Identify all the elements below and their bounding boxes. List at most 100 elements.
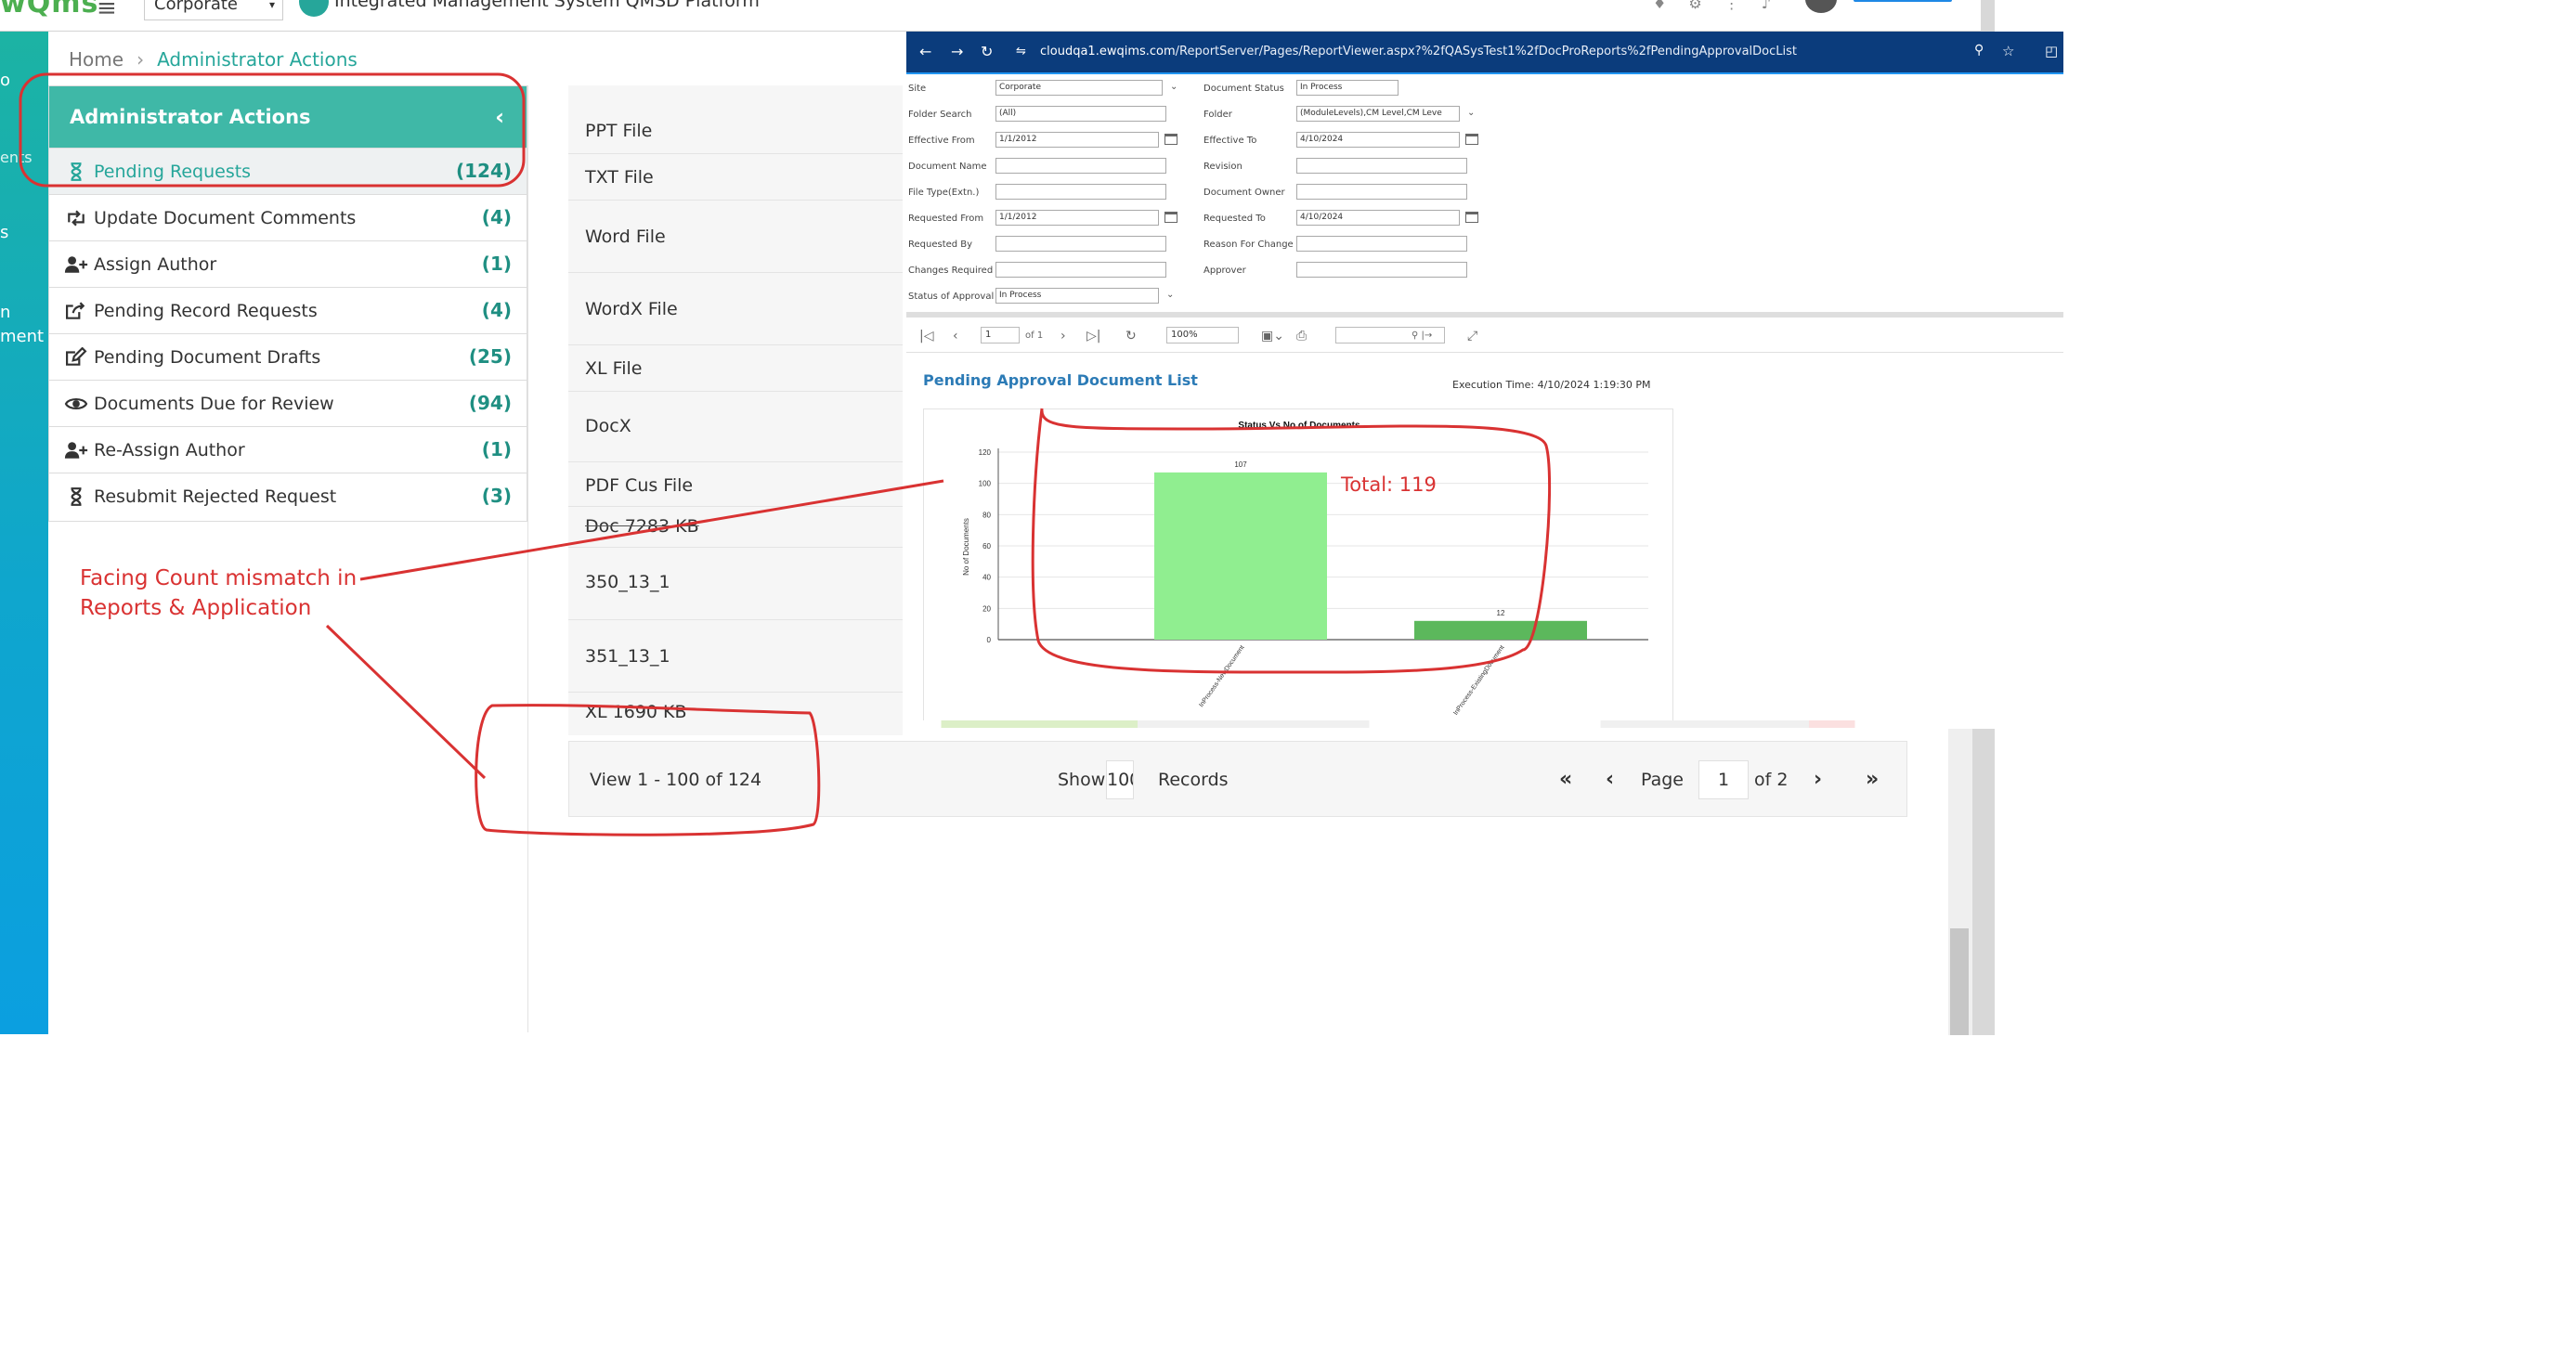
list-item[interactable]: PPT File [568, 108, 903, 154]
rail-item[interactable]: o [0, 71, 10, 90]
file-name: DocX [585, 416, 631, 436]
prev-page-icon[interactable]: ‹ [1606, 768, 1614, 791]
site-select[interactable]: Corporate [995, 80, 1163, 96]
chart-y-axis-label: No of Documents [962, 518, 970, 576]
print-icon[interactable]: ⎙ [1296, 329, 1307, 343]
header-button[interactable] [1854, 0, 1952, 2]
extensions-icon[interactable]: ◰ [2045, 43, 2058, 59]
first-page-icon[interactable]: « [1559, 768, 1572, 791]
breadcrumb-home[interactable]: Home [69, 48, 124, 71]
file-type-input[interactable] [995, 184, 1166, 200]
rail-item[interactable]: ment [0, 327, 44, 346]
folder-select[interactable]: (ModuleLevels),CM Level,CM Leve [1296, 106, 1460, 122]
find-next-icon[interactable]: ⚲ |→ [1412, 331, 1432, 341]
forward-icon[interactable]: → [951, 43, 963, 60]
requested-to-input[interactable]: 4/10/2024 [1296, 210, 1460, 226]
zoom-select[interactable]: 100% [1166, 327, 1239, 343]
fullscreen-icon[interactable]: ⤢ [1467, 329, 1477, 343]
scrollbar-thumb[interactable] [1950, 928, 1969, 1035]
calendar-icon[interactable] [1164, 134, 1177, 145]
list-item[interactable]: XL File [568, 345, 903, 392]
admin-item-docs-due-review[interactable]: Documents Due for Review (94) [49, 380, 527, 426]
folder-search-input[interactable]: (All) [995, 106, 1166, 122]
admin-item-update-comments[interactable]: Update Document Comments (4) [49, 194, 527, 240]
next-page-icon[interactable]: › [1060, 329, 1066, 343]
first-page-icon[interactable]: |◁ [919, 329, 933, 343]
list-item[interactable]: Word File [568, 201, 903, 273]
list-item[interactable]: XL 1690 KB [568, 693, 903, 735]
rail-item[interactable]: n [0, 303, 10, 322]
revision-input[interactable] [1296, 158, 1467, 174]
admin-item-assign-author[interactable]: Assign Author (1) [49, 240, 527, 287]
window-scrollbar[interactable] [1972, 729, 1995, 1035]
list-item[interactable]: Doc 7283 KB [568, 507, 903, 548]
admin-item-count: (94) [468, 392, 512, 414]
list-item[interactable]: TXT File [568, 154, 903, 201]
admin-item-pending-drafts[interactable]: Pending Document Drafts (25) [49, 333, 527, 380]
list-item[interactable]: DocX [568, 392, 903, 462]
reload-icon[interactable]: ↻ [981, 43, 993, 60]
site-info-icon[interactable]: ⇋ [1016, 45, 1026, 58]
user-plus-icon [64, 442, 88, 459]
page-input[interactable]: 1 [1698, 760, 1749, 799]
rail-item[interactable]: s [0, 223, 8, 242]
admin-item-resubmit-rejected[interactable]: Resubmit Rejected Request (3) [49, 473, 527, 519]
changes-required-input[interactable] [995, 262, 1166, 278]
status-approval-select[interactable]: In Process [995, 288, 1159, 304]
next-page-icon[interactable]: › [1814, 768, 1822, 791]
rail-item[interactable]: ents [0, 149, 33, 166]
chevron-down-icon[interactable]: ⌄ [1166, 290, 1174, 300]
url-host: cloudqa1.ewqims.com [1040, 45, 1176, 58]
effective-from-input[interactable]: 1/1/2012 [995, 132, 1159, 148]
effective-to-input[interactable]: 4/10/2024 [1296, 132, 1460, 148]
reason-input[interactable] [1296, 236, 1467, 252]
parameter-splitter[interactable] [906, 312, 2063, 318]
star-icon[interactable]: ☆ [2002, 43, 2014, 59]
list-item[interactable]: 350_13_1 [568, 548, 903, 620]
menu-icon[interactable]: ≡ [97, 0, 117, 22]
last-page-icon[interactable]: » [1866, 768, 1879, 791]
app-logo[interactable]: wQms [0, 0, 98, 19]
admin-item-label: Documents Due for Review [94, 394, 334, 414]
approver-input[interactable] [1296, 262, 1467, 278]
list-item[interactable]: PDF Cus File [568, 462, 903, 507]
file-name: XL File [585, 358, 643, 379]
chart-y-tick-label: 80 [982, 511, 991, 519]
document-name-input[interactable] [995, 158, 1166, 174]
calendar-icon[interactable] [1164, 212, 1177, 223]
back-icon[interactable]: ← [919, 43, 931, 60]
refresh-icon[interactable]: ↻ [1125, 329, 1137, 343]
chart-y-tick-label: 100 [979, 480, 992, 488]
chevron-right-icon: › [137, 48, 145, 71]
requested-from-input[interactable]: 1/1/2012 [995, 210, 1159, 226]
chart-data-label: 107 [1234, 460, 1247, 469]
admin-actions-header[interactable]: Administrator Actions ‹ [49, 86, 527, 148]
admin-item-label: Pending Requests [94, 162, 252, 182]
report-page-input[interactable]: 1 [981, 327, 1020, 343]
collapse-icon[interactable]: ‹ [495, 86, 504, 148]
requested-by-input[interactable] [995, 236, 1166, 252]
url-text[interactable]: cloudqa1.ewqims.com/ReportServer/Pages/R… [1040, 45, 1797, 58]
document-status-select[interactable]: In Process [1296, 80, 1399, 96]
document-owner-input[interactable] [1296, 184, 1467, 200]
admin-item-pending-record[interactable]: Pending Record Requests (4) [49, 287, 527, 333]
list-item[interactable]: 351_13_1 [568, 620, 903, 693]
admin-actions-panel: Administrator Actions ‹ Pending Requests … [48, 85, 527, 522]
last-page-icon[interactable]: ▷| [1086, 329, 1100, 343]
window-scrollbar[interactable] [1981, 0, 1995, 32]
admin-item-reassign-author[interactable]: Re-Assign Author (1) [49, 426, 527, 473]
file-name: PDF Cus File [585, 475, 694, 496]
calendar-icon[interactable] [1465, 212, 1478, 223]
page-size-input[interactable]: 100 [1106, 760, 1134, 799]
chevron-down-icon[interactable]: ⌄ [1467, 108, 1475, 118]
company-select[interactable]: Corporate ▾ [144, 0, 283, 20]
search-icon[interactable]: ⚲ [1974, 43, 1984, 58]
top-bar: wQms ≡ Corporate ▾ Integrated Management … [0, 0, 1995, 32]
save-icon[interactable]: ▣⌄ [1261, 329, 1284, 343]
admin-item-pending-requests[interactable]: Pending Requests (124) [49, 148, 527, 194]
admin-item-count: (4) [481, 206, 512, 228]
chevron-down-icon[interactable]: ⌄ [1170, 82, 1177, 92]
prev-page-icon[interactable]: ‹ [953, 329, 958, 343]
calendar-icon[interactable] [1465, 134, 1478, 145]
list-item[interactable]: WordX File [568, 273, 903, 345]
